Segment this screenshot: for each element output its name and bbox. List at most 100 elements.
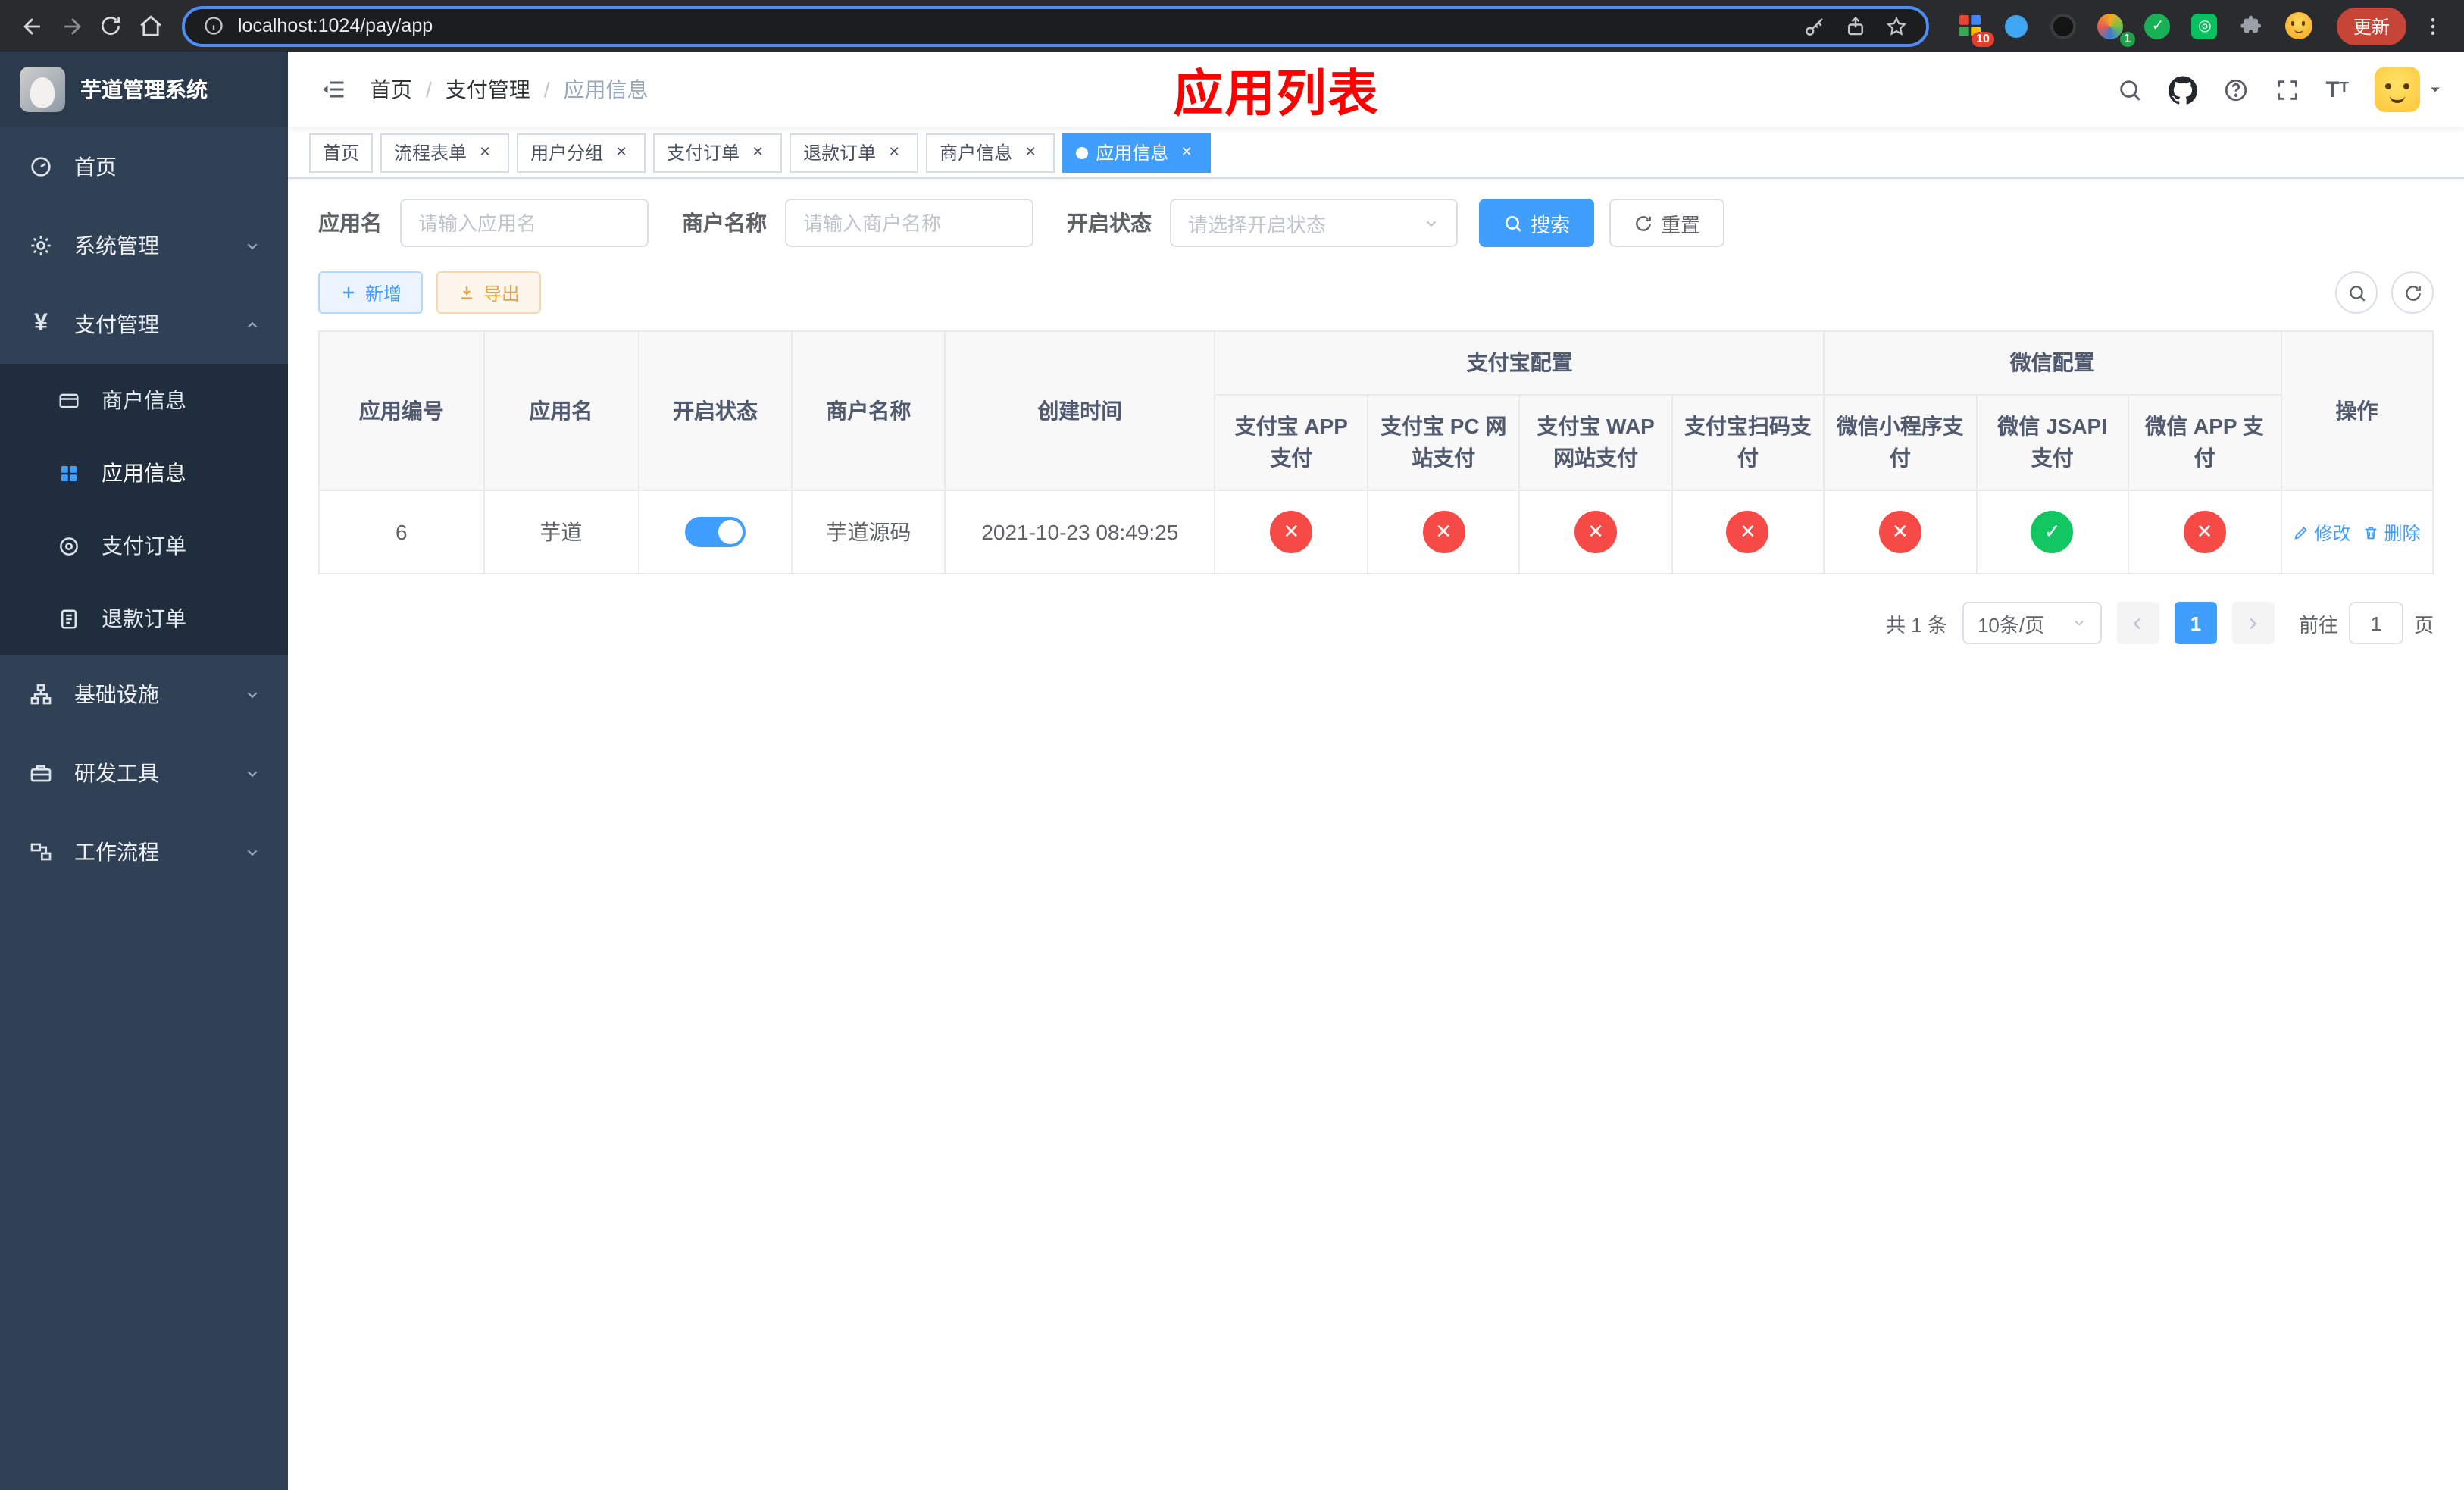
search-icon [1506, 215, 1521, 231]
prev-page-button[interactable] [2116, 602, 2159, 644]
sidebar-item-app-info[interactable]: 应用信息 [0, 437, 288, 509]
reload-icon[interactable] [91, 6, 130, 45]
alipay-wap-status-icon: ✕ [1574, 511, 1618, 553]
edit-link[interactable]: 修改 [2293, 519, 2351, 545]
col-created: 创建时间 [943, 330, 1216, 491]
page-size-select[interactable]: 10条/页 [1962, 602, 2102, 644]
tab-pay-orders[interactable]: 支付订单 ✕ [653, 133, 783, 172]
sidebar-item-label: 系统管理 [74, 233, 159, 258]
tree-icon [27, 682, 55, 706]
status-select[interactable]: 请选择开启状态 [1170, 199, 1458, 247]
breadcrumb-pay[interactable]: 支付管理 [446, 74, 530, 105]
extension-check-icon[interactable]: ✓ [2141, 9, 2175, 42]
next-page-button[interactable] [2231, 602, 2275, 644]
github-icon[interactable] [2168, 75, 2197, 104]
page-number-button[interactable]: 1 [2174, 602, 2217, 644]
sidebar-item-pay[interactable]: ¥ 支付管理 [0, 285, 288, 364]
app-container: 应用名 商户名称 开启状态 请选择开启状态 搜索 [288, 179, 2464, 1490]
status-toggle[interactable] [685, 517, 746, 547]
tab-process-form[interactable]: 流程表单 ✕ [380, 133, 510, 172]
close-icon[interactable]: ✕ [747, 142, 768, 163]
close-icon[interactable]: ✕ [1176, 142, 1197, 163]
profile-avatar-icon[interactable] [2282, 9, 2315, 42]
card-icon [55, 389, 82, 412]
tab-refund-orders[interactable]: 退款订单 ✕ [790, 133, 919, 172]
tags-view: 首页 流程表单 ✕ 用户分组 ✕ 支付订单 ✕ 退款订单 ✕ 商户信息 ✕ 应用信息 ✕ [288, 127, 2464, 179]
back-icon[interactable] [12, 6, 52, 45]
close-icon[interactable]: ✕ [883, 142, 905, 163]
toggle-search-button[interactable] [2335, 271, 2378, 314]
browser-menu-icon[interactable] [2412, 6, 2452, 45]
status-label: 开启状态 [1067, 211, 1152, 235]
sidebar-item-merchant-info[interactable]: 商户信息 [0, 364, 288, 437]
address-bar[interactable]: localhost:1024/pay/app [182, 5, 1929, 46]
tab-app-info[interactable]: 应用信息 ✕ [1062, 133, 1212, 172]
caret-down-icon [2431, 87, 2440, 92]
bookmark-star-icon[interactable] [1885, 14, 1908, 37]
extension-grid-icon[interactable]: 10 [1953, 9, 1994, 47]
app-name-input[interactable] [418, 211, 630, 234]
pencil-icon [2294, 526, 2308, 539]
refresh-table-button[interactable] [2391, 271, 2434, 314]
sidebar-item-pay-orders[interactable]: 支付订单 [0, 509, 288, 582]
sidebar-item-label: 研发工具 [74, 761, 159, 785]
tab-merchant-info[interactable]: 商户信息 ✕ [926, 133, 1055, 172]
sidebar-item-label: 商户信息 [102, 388, 186, 412]
sidebar-item-dev-tools[interactable]: 研发工具 [0, 734, 288, 812]
chevron-left-icon [2134, 617, 2141, 629]
extension-drop-icon[interactable] [2000, 9, 2034, 42]
extension-badge: 10 [1972, 32, 1994, 47]
sidebar-item-workflow[interactable]: 工作流程 [0, 812, 288, 891]
hamburger-icon[interactable] [309, 65, 358, 114]
alipay-app-status-icon: ✕ [1270, 511, 1313, 553]
cell-merchant: 芋道源码 [791, 490, 946, 574]
browser-update-button[interactable]: 更新 [2336, 7, 2406, 45]
cell-app-id: 6 [318, 490, 485, 574]
help-icon[interactable] [2222, 77, 2248, 102]
reset-button[interactable]: 重置 [1609, 199, 1725, 247]
app-name-field-wrap [400, 199, 649, 247]
home-icon[interactable] [130, 6, 170, 45]
extension-green-square-icon[interactable]: ◎ [2188, 9, 2222, 42]
tab-home[interactable]: 首页 [309, 133, 374, 172]
sidebar-item-label: 应用信息 [102, 461, 186, 485]
forward-icon[interactable] [52, 6, 91, 45]
fullscreen-icon[interactable] [2274, 77, 2300, 102]
user-menu[interactable] [2375, 67, 2443, 112]
close-icon[interactable]: ✕ [611, 142, 632, 163]
merchant-name-input[interactable] [803, 211, 1015, 234]
site-info-icon[interactable] [203, 15, 224, 36]
export-button[interactable]: 导出 [436, 271, 542, 314]
download-icon [461, 286, 473, 299]
col-app-id: 应用编号 [318, 330, 485, 491]
extension-avatar-icon[interactable]: 1 [2094, 9, 2135, 47]
sidebar-item-system[interactable]: 系统管理 [0, 206, 288, 285]
col-status: 开启状态 [637, 330, 793, 491]
password-key-icon[interactable] [1803, 14, 1826, 37]
share-icon[interactable] [1844, 14, 1867, 37]
chevron-down-icon [244, 237, 261, 254]
sidebar-item-infra[interactable]: 基础设施 [0, 655, 288, 734]
breadcrumb-home[interactable]: 首页 [370, 74, 412, 105]
font-size-icon[interactable]: TT [2325, 78, 2349, 101]
flow-icon [27, 840, 55, 864]
search-button[interactable]: 搜索 [1479, 199, 1595, 247]
goto-page-input[interactable] [2348, 602, 2403, 644]
extensions-puzzle-icon[interactable] [2235, 9, 2269, 42]
breadcrumb-current: 应用信息 [563, 77, 649, 102]
toolbox-icon [27, 761, 55, 785]
alipay-qr-status-icon: ✕ [1726, 511, 1769, 553]
sidebar-item-home[interactable]: 首页 [0, 127, 288, 206]
close-icon[interactable]: ✕ [1020, 142, 1041, 163]
close-icon[interactable]: ✕ [474, 142, 496, 163]
search-icon[interactable] [2116, 77, 2142, 102]
sidebar-item-label: 基础设施 [74, 682, 159, 706]
delete-link[interactable]: 删除 [2363, 519, 2421, 545]
sidebar: 芋道管理系统 首页 系统管理 ¥ 支付管理 商户信息 应用信息 支付订单 退款订… [0, 52, 288, 1490]
sidebar-item-refund-orders[interactable]: 退款订单 [0, 582, 288, 655]
tab-user-group[interactable]: 用户分组 ✕ [517, 133, 646, 172]
add-button[interactable]: 新增 [318, 271, 424, 314]
url-text[interactable]: localhost:1024/pay/app [238, 15, 1790, 36]
extension-dark-icon[interactable] [2047, 9, 2081, 42]
merchant-name-field-wrap [785, 199, 1033, 247]
